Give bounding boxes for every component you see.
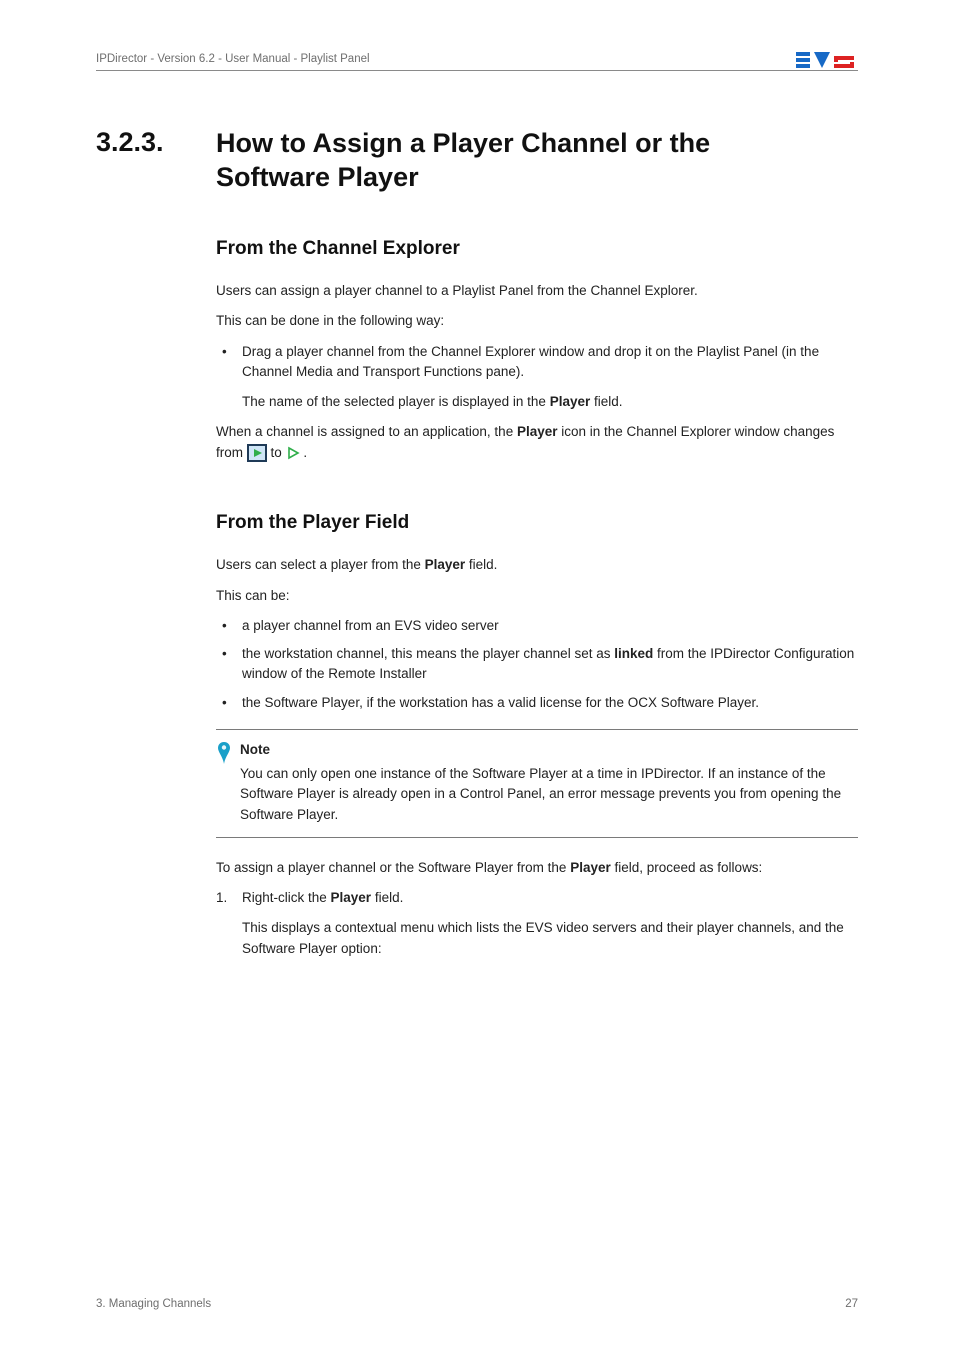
section-title-line2: Software Player bbox=[216, 162, 419, 192]
text-fragment: The name of the selected player is displ… bbox=[242, 394, 550, 409]
text-fragment: Users can select a player from the bbox=[216, 557, 425, 572]
list-item: Drag a player channel from the Channel E… bbox=[216, 342, 858, 383]
text-fragment: field, proceed as follows: bbox=[611, 860, 763, 875]
footer-left: 3. Managing Channels bbox=[96, 1298, 211, 1310]
bold-text: Player bbox=[331, 890, 372, 905]
header-rule bbox=[96, 70, 858, 71]
list-item: the Software Player, if the workstation … bbox=[216, 693, 858, 713]
paragraph: This can be: bbox=[216, 586, 858, 606]
text-fragment: . bbox=[303, 445, 307, 460]
section-number: 3.2.3. bbox=[96, 127, 216, 158]
play-triangle-icon bbox=[286, 446, 300, 460]
text-fragment: field. bbox=[590, 394, 622, 409]
text-fragment: To assign a player channel or the Softwa… bbox=[216, 860, 570, 875]
bold-text: Player bbox=[570, 860, 611, 875]
list-item-text: a player channel from an EVS video serve… bbox=[242, 618, 499, 633]
section-heading: 3.2.3. How to Assign a Player Channel or… bbox=[96, 127, 858, 195]
list-item: the workstation channel, this means the … bbox=[216, 644, 858, 685]
paragraph: This can be done in the following way: bbox=[216, 311, 858, 331]
play-boxed-icon bbox=[247, 444, 267, 462]
list-item-text: Drag a player channel from the Channel E… bbox=[242, 344, 819, 379]
note-block: Note You can only open one instance of t… bbox=[216, 729, 858, 838]
header-left-text: IPDirector - Version 6.2 - User Manual -… bbox=[96, 53, 370, 65]
list-item: a player channel from an EVS video serve… bbox=[216, 616, 858, 636]
numbered-list: 1. Right-click the Player field. This di… bbox=[216, 888, 858, 959]
text-fragment: the workstation channel, this means the … bbox=[242, 646, 614, 661]
footer-page-number: 27 bbox=[845, 1298, 858, 1310]
bold-text: linked bbox=[614, 646, 653, 661]
step-sub-paragraph: This displays a contextual menu which li… bbox=[242, 918, 858, 959]
text-fragment: field. bbox=[371, 890, 403, 905]
page-header: IPDirector - Version 6.2 - User Manual -… bbox=[96, 48, 858, 70]
bullet-list: Drag a player channel from the Channel E… bbox=[216, 342, 858, 383]
note-pin-icon bbox=[216, 742, 234, 825]
page-footer: 3. Managing Channels 27 bbox=[96, 1298, 858, 1310]
text-fragment: Right-click the bbox=[242, 890, 331, 905]
section-title-line1: How to Assign a Player Channel or the bbox=[216, 128, 710, 158]
paragraph: Users can assign a player channel to a P… bbox=[216, 281, 858, 301]
subheading-player-field: From the Player Field bbox=[216, 509, 858, 538]
text-fragment: to bbox=[271, 445, 286, 460]
subheading-channel-explorer: From the Channel Explorer bbox=[216, 235, 858, 264]
section-title: How to Assign a Player Channel or the So… bbox=[216, 127, 710, 195]
paragraph: To assign a player channel or the Softwa… bbox=[216, 858, 858, 878]
note-body: You can only open one instance of the So… bbox=[240, 764, 858, 825]
step-number: 1. bbox=[216, 888, 227, 908]
text-fragment: field. bbox=[465, 557, 497, 572]
paragraph: Users can select a player from the Playe… bbox=[216, 555, 858, 575]
evs-logo-icon bbox=[796, 48, 858, 70]
bold-text: Player bbox=[425, 557, 466, 572]
text-fragment: When a channel is assigned to an applica… bbox=[216, 424, 517, 439]
bullet-list: a player channel from an EVS video serve… bbox=[216, 616, 858, 713]
indented-paragraph: The name of the selected player is displ… bbox=[242, 392, 858, 412]
list-item-text: the Software Player, if the workstation … bbox=[242, 695, 759, 710]
note-title: Note bbox=[240, 740, 858, 760]
bold-text: Player bbox=[517, 424, 558, 439]
bold-text: Player bbox=[550, 394, 591, 409]
list-item: 1. Right-click the Player field. This di… bbox=[216, 888, 858, 959]
paragraph: When a channel is assigned to an applica… bbox=[216, 422, 858, 463]
